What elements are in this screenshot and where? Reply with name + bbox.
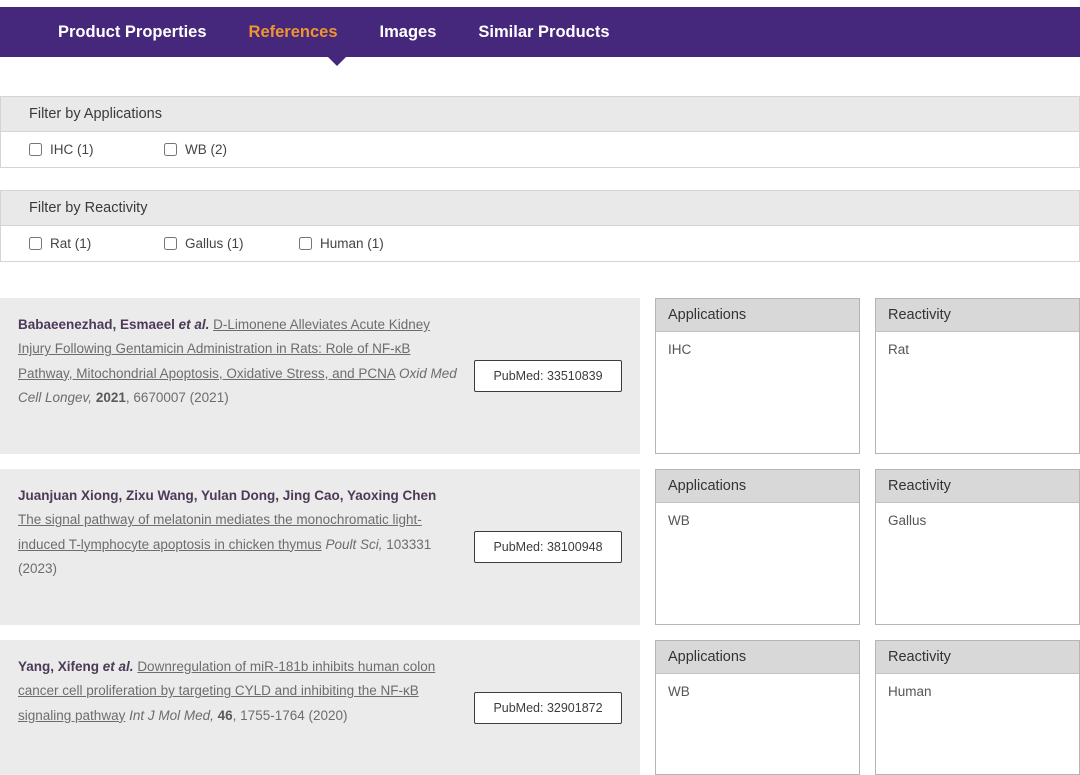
- filter-applications-options: IHC (1) WB (2): [1, 132, 1079, 167]
- wb-checkbox[interactable]: [164, 143, 177, 156]
- human-checkbox-label: Human (1): [320, 236, 384, 251]
- reactivity-header: Reactivity: [876, 470, 1079, 503]
- filter-option-wb[interactable]: WB (2): [164, 142, 299, 157]
- filter-option-ihc[interactable]: IHC (1): [29, 142, 164, 157]
- reference-row: Yang, Xifeng et al. Downregulation of mi…: [0, 640, 1080, 775]
- pubmed-button-area: PubMed: 38100948: [474, 484, 622, 610]
- applications-box: Applications WB: [655, 640, 860, 775]
- citation-text: Juanjuan Xiong, Zixu Wang, Yulan Dong, J…: [18, 484, 458, 610]
- reference-citation-card: Babaeenezhad, Esmaeel et al. D-Limonene …: [0, 298, 640, 454]
- pubmed-link[interactable]: PubMed: 32901872: [474, 692, 622, 724]
- reactivity-box: Reactivity Rat: [875, 298, 1080, 454]
- tab-images[interactable]: Images: [380, 23, 437, 42]
- reference-citation-card: Juanjuan Xiong, Zixu Wang, Yulan Dong, J…: [0, 469, 640, 625]
- reactivity-header: Reactivity: [876, 299, 1079, 332]
- pubmed-button-area: PubMed: 32901872: [474, 655, 622, 760]
- filter-reactivity-title: Filter by Reactivity: [1, 191, 1079, 226]
- pubmed-button-area: PubMed: 33510839: [474, 313, 622, 439]
- applications-value: WB: [656, 674, 859, 709]
- reactivity-box: Reactivity Human: [875, 640, 1080, 775]
- applications-value: WB: [656, 503, 859, 538]
- reactivity-value: Rat: [876, 332, 1079, 367]
- reference-citation-card: Yang, Xifeng et al. Downregulation of mi…: [0, 640, 640, 775]
- applications-box: Applications WB: [655, 469, 860, 625]
- tab-bar: Product Properties References Images Sim…: [0, 7, 1080, 57]
- applications-box: Applications IHC: [655, 298, 860, 454]
- wb-checkbox-label: WB (2): [185, 142, 227, 157]
- reference-row: Juanjuan Xiong, Zixu Wang, Yulan Dong, J…: [0, 469, 1080, 625]
- applications-header: Applications: [656, 299, 859, 332]
- human-checkbox[interactable]: [299, 237, 312, 250]
- reactivity-box: Reactivity Gallus: [875, 469, 1080, 625]
- citation-authors: Babaeenezhad, Esmaeel: [18, 317, 175, 332]
- filter-option-rat[interactable]: Rat (1): [29, 236, 164, 251]
- pubmed-link[interactable]: PubMed: 33510839: [474, 360, 622, 392]
- ihc-checkbox-label: IHC (1): [50, 142, 94, 157]
- filter-option-gallus[interactable]: Gallus (1): [164, 236, 299, 251]
- citation-journal: Poult Sci,: [325, 537, 382, 552]
- references-list: Babaeenezhad, Esmaeel et al. D-Limonene …: [0, 298, 1080, 775]
- top-navigation: Product Properties References Images Sim…: [0, 7, 1080, 57]
- active-tab-pointer-icon: [328, 57, 346, 66]
- filter-section-applications: Filter by Applications IHC (1) WB (2): [0, 96, 1080, 168]
- ihc-checkbox[interactable]: [29, 143, 42, 156]
- gallus-checkbox[interactable]: [164, 237, 177, 250]
- citation-authors: Yang, Xifeng: [18, 659, 99, 674]
- rat-checkbox[interactable]: [29, 237, 42, 250]
- citation-etal: et al.: [179, 317, 210, 332]
- applications-header: Applications: [656, 641, 859, 674]
- applications-value: IHC: [656, 332, 859, 367]
- reactivity-value: Human: [876, 674, 1079, 709]
- citation-pages-year: , 6670007 (2021): [126, 390, 229, 405]
- citation-text: Yang, Xifeng et al. Downregulation of mi…: [18, 655, 458, 760]
- tab-product-properties[interactable]: Product Properties: [58, 23, 207, 42]
- citation-pages-year: , 1755-1764 (2020): [233, 708, 348, 723]
- gallus-checkbox-label: Gallus (1): [185, 236, 244, 251]
- reactivity-value: Gallus: [876, 503, 1079, 538]
- citation-journal: Int J Mol Med,: [129, 708, 214, 723]
- filter-section-reactivity: Filter by Reactivity Rat (1) Gallus (1) …: [0, 190, 1080, 262]
- citation-volume: 46: [218, 708, 233, 723]
- reactivity-header: Reactivity: [876, 641, 1079, 674]
- rat-checkbox-label: Rat (1): [50, 236, 91, 251]
- reference-row: Babaeenezhad, Esmaeel et al. D-Limonene …: [0, 298, 1080, 454]
- citation-authors: Juanjuan Xiong, Zixu Wang, Yulan Dong, J…: [18, 484, 458, 508]
- citation-volume: 2021: [96, 390, 126, 405]
- pubmed-link[interactable]: PubMed: 38100948: [474, 531, 622, 563]
- citation-text: Babaeenezhad, Esmaeel et al. D-Limonene …: [18, 313, 458, 439]
- filter-applications-title: Filter by Applications: [1, 97, 1079, 132]
- applications-header: Applications: [656, 470, 859, 503]
- citation-etal: et al.: [103, 659, 134, 674]
- tab-references[interactable]: References: [249, 23, 338, 42]
- filter-reactivity-options: Rat (1) Gallus (1) Human (1): [1, 226, 1079, 261]
- filter-option-human[interactable]: Human (1): [299, 236, 434, 251]
- tab-similar-products[interactable]: Similar Products: [478, 23, 609, 42]
